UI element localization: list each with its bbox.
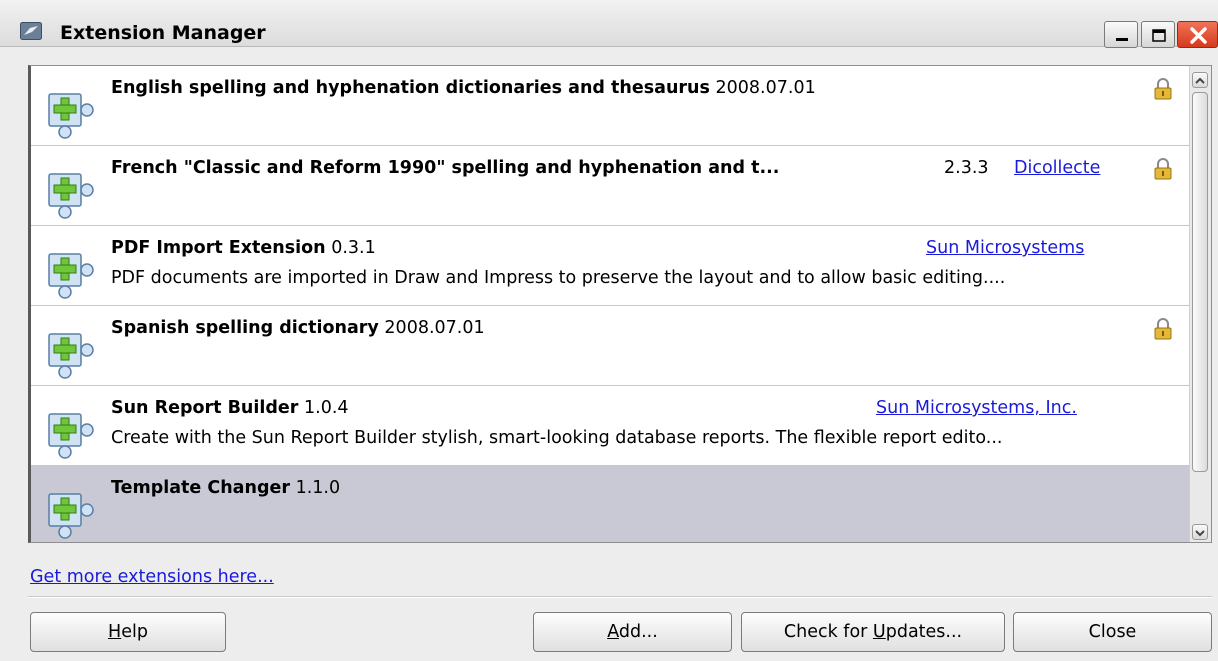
puzzle-piece-add-icon: [48, 333, 94, 379]
help-button[interactable]: Help: [30, 612, 226, 652]
extension-list[interactable]: English spelling and hyphenation diction…: [28, 65, 1212, 543]
extension-description: Create with the Sun Report Builder styli…: [111, 428, 1003, 448]
extension-title: Spanish spelling dictionary 2008.07.01: [111, 317, 485, 339]
arrow-down-icon: [1195, 530, 1205, 537]
help-mnemonic: H: [108, 622, 122, 642]
separator: [28, 596, 1212, 598]
minimize-icon: [1116, 38, 1128, 41]
vertical-scrollbar[interactable]: [1189, 66, 1211, 542]
extension-version: 2.3.3: [944, 158, 989, 178]
minimize-button[interactable]: [1104, 21, 1138, 48]
title-bar: Extension Manager: [0, 0, 1218, 48]
puzzle-piece-add-icon: [48, 253, 94, 299]
puzzle-piece-add-icon: [48, 93, 94, 139]
extension-title: Template Changer 1.1.0: [111, 477, 340, 499]
extension-title: French "Classic and Reform 1990" spellin…: [111, 157, 779, 179]
close-button[interactable]: Close: [1013, 612, 1212, 652]
extension-version: 2008.07.01: [715, 78, 816, 98]
add-mnemonic: A: [607, 622, 619, 642]
puzzle-piece-add-icon: [48, 173, 94, 219]
updates-label-post: pdates...: [885, 622, 963, 642]
publisher-link[interactable]: Sun Microsystems, Inc.: [876, 397, 1077, 419]
extension-name: English spelling and hyphenation diction…: [111, 78, 710, 98]
updates-label-pre: Check for: [783, 622, 873, 642]
extension-name: Sun Report Builder: [111, 398, 299, 418]
padlock-icon: [1154, 78, 1172, 100]
padlock-icon: [1154, 158, 1172, 180]
maximize-button[interactable]: [1141, 21, 1175, 48]
extension-version: 1.1.0: [295, 478, 341, 498]
extension-description: PDF documents are imported in Draw and I…: [111, 268, 1006, 288]
extension-name: French "Classic and Reform 1990" spellin…: [111, 158, 780, 178]
extension-version: 2008.07.01: [384, 318, 485, 338]
add-button[interactable]: Add...: [533, 612, 732, 652]
extension-row[interactable]: PDF Import Extension 0.3.1 Sun Microsyst…: [31, 226, 1189, 306]
scroll-up-button[interactable]: [1192, 72, 1208, 88]
extension-row[interactable]: English spelling and hyphenation diction…: [31, 66, 1189, 146]
window-title: Extension Manager: [60, 22, 266, 44]
extension-name: Template Changer: [111, 478, 290, 498]
publisher-link[interactable]: Sun Microsystems: [926, 237, 1084, 259]
arrow-up-icon: [1195, 77, 1205, 84]
add-label-post: dd...: [618, 622, 658, 642]
help-label-post: elp: [121, 622, 148, 642]
close-label-pre: Close: [1088, 622, 1137, 642]
extension-row[interactable]: Spanish spelling dictionary 2008.07.01: [31, 306, 1189, 386]
extension-row[interactable]: French "Classic and Reform 1990" spellin…: [31, 146, 1189, 226]
puzzle-piece-add-icon: [48, 493, 94, 539]
publisher-link[interactable]: Dicollecte: [1014, 157, 1100, 179]
scroll-down-button[interactable]: [1192, 524, 1208, 540]
check-for-updates-button[interactable]: Check for Updates...: [741, 612, 1005, 652]
scroll-thumb[interactable]: [1192, 92, 1208, 472]
updates-mnemonic: U: [872, 622, 886, 642]
extension-name: PDF Import Extension: [111, 238, 326, 258]
extension-version: 0.3.1: [331, 238, 376, 258]
maximize-icon: [1152, 29, 1166, 42]
extension-title: PDF Import Extension 0.3.1: [111, 237, 376, 259]
padlock-icon: [1154, 318, 1172, 340]
extension-title: English spelling and hyphenation diction…: [111, 77, 816, 99]
close-window-button[interactable]: [1177, 21, 1218, 48]
extension-row-selected[interactable]: Template Changer 1.1.0: [31, 466, 1189, 542]
get-more-extensions-link[interactable]: Get more extensions here...: [30, 566, 274, 588]
extension-manager-icon: [20, 22, 42, 40]
extension-title: Sun Report Builder 1.0.4: [111, 397, 349, 419]
extension-name: Spanish spelling dictionary: [111, 318, 379, 338]
puzzle-piece-add-icon: [48, 413, 94, 459]
extension-version: 1.0.4: [304, 398, 349, 418]
extension-row[interactable]: Sun Report Builder 1.0.4 Sun Microsystem…: [31, 386, 1189, 466]
close-icon: [1190, 27, 1207, 44]
